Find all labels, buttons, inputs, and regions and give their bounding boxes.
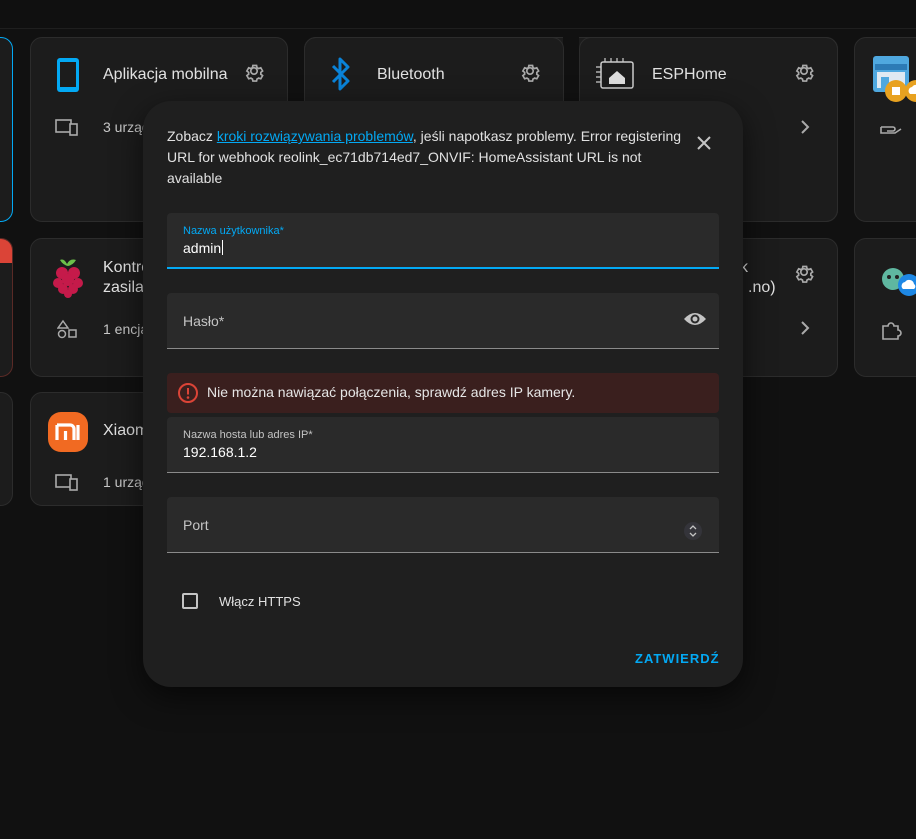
gear-icon[interactable] (243, 60, 265, 82)
custom-integration-badge-icon (885, 80, 916, 102)
raspberry-icon (53, 259, 83, 298)
card-partial-left-3[interactable] (0, 392, 13, 506)
card-partial-left-2[interactable] (0, 238, 13, 377)
troubleshooting-link[interactable]: kroki rozwiązywania problemów (217, 128, 413, 144)
port-field[interactable]: Port (167, 497, 719, 553)
host-field[interactable]: Nazwa hosta lub adres IP* 192.168.1.2 (167, 417, 719, 473)
integration-card-right-partial[interactable] (854, 37, 916, 222)
https-checkbox[interactable] (182, 593, 198, 609)
submit-button[interactable]: ZATWIERDŹ (635, 651, 720, 666)
shapes-icon (57, 319, 77, 339)
hand-icon (880, 126, 902, 134)
desc-prefix: Zobacz (167, 128, 217, 144)
eye-icon[interactable] (683, 309, 707, 329)
weather-icon (882, 268, 916, 296)
https-label: Włącz HTTPS (219, 594, 301, 609)
dialog-description: Zobacz kroki rozwiązywania problemów, je… (167, 126, 697, 189)
integration-card-right-partial-2[interactable] (854, 238, 916, 377)
username-field[interactable]: Nazwa użytkownika* admin (167, 213, 719, 269)
host-value[interactable]: 192.168.1.2 (183, 444, 257, 460)
password-label: Hasło* (183, 313, 225, 329)
puzzle-icon (882, 322, 902, 340)
alert-circle-icon (178, 383, 198, 403)
close-icon[interactable] (694, 133, 714, 153)
xiaomi-icon (48, 412, 88, 452)
error-strip (0, 239, 12, 263)
spin-buttons-icon[interactable] (683, 521, 703, 541)
card-title: Aplikacja mobilna (103, 66, 228, 83)
username-label: Nazwa użytkownika* (183, 225, 284, 237)
password-field[interactable]: Hasło* (167, 293, 719, 349)
card-subtitle[interactable]: 1 encja (103, 321, 148, 337)
username-value[interactable]: admin (183, 240, 224, 256)
phone-icon (57, 58, 79, 92)
top-bar (0, 0, 916, 29)
host-label: Nazwa hosta lub adres IP* (183, 429, 313, 441)
chevron-right-icon[interactable] (799, 320, 811, 336)
gear-icon[interactable] (793, 261, 815, 283)
error-alert: Nie można nawiązać połączenia, sprawdź a… (167, 373, 719, 413)
error-text: Nie można nawiązać połączenia, sprawdź a… (207, 384, 576, 400)
port-label: Port (183, 517, 209, 533)
devices-icon (55, 119, 78, 136)
card-partial-left-1[interactable] (0, 37, 13, 222)
card-title-line2: .no) (748, 279, 776, 296)
devices-icon (55, 474, 78, 491)
config-flow-dialog: Zobacz kroki rozwiązywania problemów, je… (143, 101, 743, 687)
